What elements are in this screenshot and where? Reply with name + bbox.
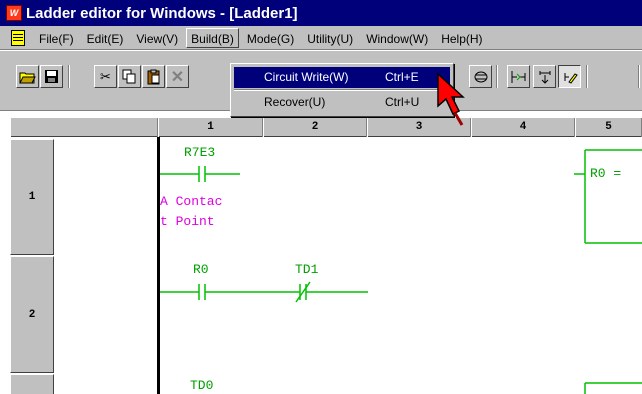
- contact-r7e3: [160, 166, 240, 182]
- output-label: R0 =: [590, 166, 622, 181]
- output-coil-r0: [574, 149, 642, 244]
- contact-label: R0: [193, 262, 209, 277]
- contact-label: R7E3: [184, 145, 216, 160]
- contact-r0: [160, 284, 300, 300]
- contact-label: TD0: [190, 378, 214, 393]
- contact-label: TD1: [295, 262, 319, 277]
- menu-item-circuit-write[interactable]: Circuit Write(W) Ctrl+E: [234, 67, 450, 88]
- build-dropdown-menu: Circuit Write(W) Ctrl+E Recover(U) Ctrl+…: [230, 63, 454, 117]
- menu-item-recover[interactable]: Recover(U) Ctrl+U: [234, 92, 450, 113]
- mouse-cursor-icon: [437, 72, 465, 126]
- comment-text: A Contac: [160, 194, 223, 209]
- output-box-row3: [584, 382, 642, 394]
- contact-td1-nc: [295, 281, 368, 303]
- comment-text: t Point: [160, 214, 215, 229]
- ladder-diagram: [160, 149, 642, 394]
